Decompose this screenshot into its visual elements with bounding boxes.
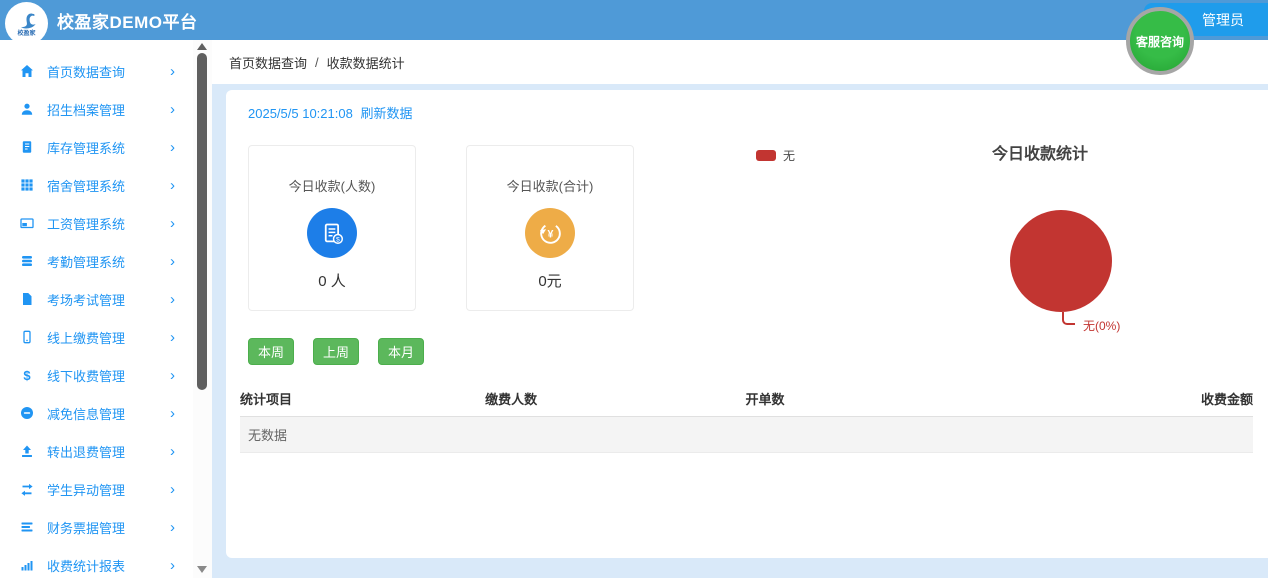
refresh-timestamp: 2025/5/5 10:21:08: [248, 106, 353, 121]
scroll-up-arrow-icon[interactable]: [197, 43, 207, 50]
chevron-right-icon: ›: [170, 442, 175, 460]
sidebar-item-inventory[interactable]: 库存管理系统 ›: [0, 128, 193, 166]
sidebar: 首页数据查询 › 招生档案管理 › 库存管理系统 › 宿舍管理系统 › 工资管理…: [0, 40, 193, 578]
invoice-lines-icon: [21, 522, 33, 532]
chevron-right-icon: ›: [170, 366, 175, 384]
content-panel: 2025/5/5 10:21:08 刷新数据 今日收款(人数) $ 0 人 今日…: [226, 90, 1268, 558]
sidebar-scrollbar[interactable]: [193, 40, 212, 578]
breadcrumb-home[interactable]: 首页数据查询: [229, 53, 307, 72]
sidebar-item-dormitory[interactable]: 宿舍管理系统 ›: [0, 166, 193, 204]
sidebar-item-fee-reports[interactable]: 收费统计报表 ›: [0, 546, 193, 578]
refresh-data-button[interactable]: 刷新数据: [360, 106, 412, 121]
period-filters: 本周 上周 本月: [248, 338, 424, 365]
app-header: 校盈家DEMO平台 管理员: [0, 0, 1268, 40]
sidebar-item-student-changes[interactable]: 学生异动管理 ›: [0, 470, 193, 508]
exchange-icon: [21, 483, 33, 496]
col-amount: 收费金额: [1045, 385, 1253, 417]
bar-chart-icon: [21, 561, 33, 571]
sidebar-item-online-payment[interactable]: 线上缴费管理 ›: [0, 318, 193, 356]
pie-slice: [1010, 210, 1112, 312]
upload-icon: [22, 445, 32, 457]
chevron-right-icon: ›: [170, 176, 175, 194]
sidebar-item-exams[interactable]: 考场考试管理 ›: [0, 280, 193, 318]
chevron-right-icon: ›: [170, 214, 175, 232]
sidebar-item-waivers[interactable]: 减免信息管理 ›: [0, 394, 193, 432]
svg-text:$: $: [336, 236, 340, 243]
main-area: 首页数据查询 / 收款数据统计 2025/5/5 10:21:08 刷新数据 今…: [212, 40, 1268, 578]
this-week-button[interactable]: 本周: [248, 338, 294, 365]
chart-legend-item[interactable]: 无: [756, 147, 795, 164]
sidebar-item-attendance[interactable]: 考勤管理系统 ›: [0, 242, 193, 280]
logo-text: 校盈家: [17, 30, 36, 37]
grid-icon: [21, 179, 33, 191]
sidebar-item-financial-bills[interactable]: 财务票据管理 ›: [0, 508, 193, 546]
stats-table: 统计项目 缴费人数 开单数 收费金额 无数据: [240, 385, 1253, 453]
chevron-right-icon: ›: [170, 518, 175, 536]
user-icon: [21, 103, 33, 115]
card-today-payers: 今日收款(人数) $ 0 人: [248, 145, 416, 311]
sidebar-item-enrollment[interactable]: 招生档案管理 ›: [0, 90, 193, 128]
dollar-icon: $: [23, 368, 31, 382]
svg-text:¥: ¥: [547, 228, 553, 240]
payroll-icon: [20, 218, 34, 229]
chevron-right-icon: ›: [170, 62, 175, 80]
chevron-right-icon: ›: [170, 556, 175, 574]
this-month-button[interactable]: 本月: [378, 338, 424, 365]
support-label: 客服咨询: [1135, 34, 1184, 49]
chevron-right-icon: ›: [170, 252, 175, 270]
legend-swatch: [756, 150, 776, 161]
chevron-right-icon: ›: [170, 404, 175, 422]
invoice-dollar-icon: $: [307, 208, 357, 258]
table-empty-row: 无数据: [240, 416, 1253, 453]
today-payers-value: 0 人: [318, 273, 346, 290]
refund-yen-icon: ¥: [525, 208, 575, 258]
minus-circle-icon: [21, 407, 33, 419]
pie-slice-label: 无(0%): [1083, 319, 1121, 333]
sidebar-item-payroll[interactable]: 工资管理系统 ›: [0, 204, 193, 242]
scrollbar-thumb[interactable]: [197, 53, 207, 390]
sidebar-item-offline-payment[interactable]: $ 线下收费管理 ›: [0, 356, 193, 394]
card-today-total: 今日收款(合计) ¥ 0元: [466, 145, 634, 311]
col-payer-count: 缴费人数: [485, 385, 746, 417]
admin-label: 管理员: [1202, 11, 1244, 28]
swan-logo-icon: [20, 13, 36, 28]
svg-text:$: $: [23, 368, 31, 382]
chevron-right-icon: ›: [170, 328, 175, 346]
breadcrumb-separator: /: [315, 54, 319, 70]
chevron-right-icon: ›: [170, 138, 175, 156]
mobile-icon: [23, 330, 31, 344]
chevron-right-icon: ›: [170, 290, 175, 308]
attendance-icon: [22, 256, 32, 266]
breadcrumb: 首页数据查询 / 收款数据统计: [212, 40, 1268, 84]
last-week-button[interactable]: 上周: [313, 338, 359, 365]
scroll-down-arrow-icon[interactable]: [197, 566, 207, 573]
empty-text: 无数据: [240, 416, 1253, 453]
sidebar-item-refunds[interactable]: 转出退费管理 ›: [0, 432, 193, 470]
today-total-value: 0元: [538, 273, 562, 290]
col-stat-item: 统计项目: [240, 385, 486, 417]
journal-icon: [22, 141, 32, 153]
app-title: 校盈家DEMO平台: [57, 12, 198, 32]
breadcrumb-current: 收款数据统计: [326, 55, 405, 71]
chevron-right-icon: ›: [170, 480, 175, 498]
pie-label-connector: [1062, 312, 1075, 325]
app-logo: 校盈家: [5, 2, 48, 45]
table-header-row: 统计项目 缴费人数 开单数 收费金额: [240, 385, 1253, 417]
file-icon: [23, 293, 32, 305]
refresh-row: 2025/5/5 10:21:08 刷新数据: [248, 103, 412, 122]
col-order-count: 开单数: [745, 385, 1046, 417]
chevron-right-icon: ›: [170, 100, 175, 118]
chart-title: 今日收款统计: [991, 146, 1088, 163]
home-icon: [21, 65, 33, 77]
sidebar-item-home-data[interactable]: 首页数据查询 ›: [0, 52, 193, 90]
support-chat-button[interactable]: 客服咨询: [1126, 7, 1194, 75]
